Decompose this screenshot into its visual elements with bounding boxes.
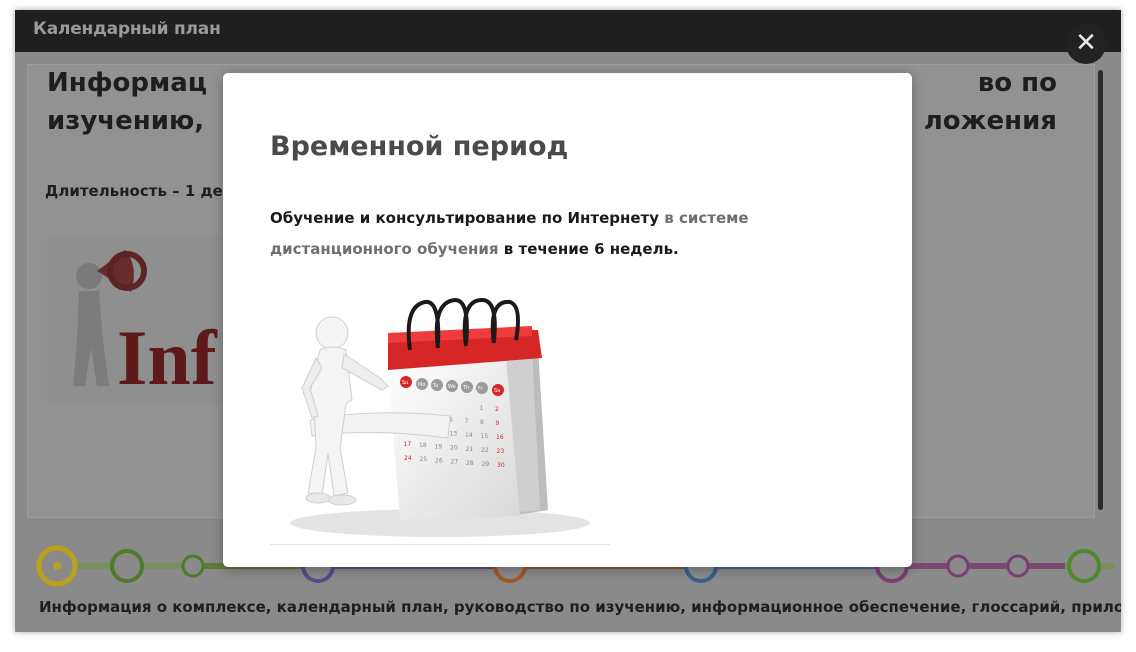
svg-text:Sa: Sa: [494, 388, 500, 394]
timeline-caption: Информация о комплексе, календарный план…: [39, 598, 1121, 616]
svg-text:Th: Th: [462, 385, 469, 391]
calendar-day-number: 21: [466, 446, 474, 453]
timeline-step-9[interactable]: [1006, 554, 1030, 578]
modal-text-part1: Обучение и консультирование по Интернету: [270, 209, 665, 227]
calendar-day-number: 20: [450, 445, 458, 452]
calendar-day-number: 7: [465, 418, 469, 425]
calendar-day-number: 9: [496, 420, 500, 427]
calendar-day-number: 25: [420, 456, 428, 463]
modal-description: Обучение и консультирование по Интернету…: [270, 203, 790, 265]
modal-text-part2: в течение 6 недель.: [498, 240, 679, 258]
info-megaphone-image: Inf: [47, 236, 237, 404]
modal-title: Временной период: [270, 131, 569, 162]
calendar-day-number: 15: [481, 433, 489, 440]
timeline-step-8[interactable]: [946, 554, 970, 578]
background-heading-line1-right: во по: [977, 68, 1057, 98]
close-button[interactable]: ✕: [1066, 24, 1106, 64]
timeline-step-1[interactable]: [36, 545, 78, 587]
title-bar: Календарный план: [15, 10, 1121, 52]
info-image-text: Inf: [117, 314, 218, 401]
timeline-step-10[interactable]: [1067, 549, 1101, 583]
close-icon: ✕: [1075, 28, 1097, 58]
modal-dialog: Временной период Обучение и консультиров…: [223, 73, 912, 567]
calendar-day-number: 24: [404, 455, 412, 462]
calendar-day-number: 30: [497, 462, 505, 469]
svg-text:We: We: [448, 384, 456, 390]
calendar-day-number: 23: [497, 448, 505, 455]
calendar-day-number: 1: [480, 405, 484, 412]
modal-divider: [270, 544, 610, 545]
scrollbar[interactable]: [1098, 70, 1103, 510]
timeline-step-2[interactable]: [110, 549, 144, 583]
calendar-day-number: 19: [435, 443, 443, 450]
svg-text:Su: Su: [402, 380, 408, 386]
calendar-day-number: 2: [495, 406, 499, 413]
background-heading-line2-left: изучению,: [47, 106, 205, 136]
calendar-day-number: 22: [481, 447, 489, 454]
calendar-day-number: 27: [451, 459, 459, 466]
calendar-day-number: 28: [466, 460, 474, 467]
calendar-day-number: 8: [480, 419, 484, 426]
calendar-day-number: 18: [419, 442, 427, 449]
calendar-day-number: 14: [465, 432, 473, 439]
svg-text:Tu: Tu: [432, 383, 438, 389]
background-heading-line1-left: Информац: [47, 68, 208, 98]
duration-text: Длительность – 1 де: [45, 182, 223, 200]
calendar-illustration: Su Mo Tu We Th Fr Sa 1234567891011121314…: [290, 297, 590, 537]
background-heading-line2-right: ложения: [923, 106, 1057, 136]
calendar-day-number: 13: [450, 431, 458, 438]
calendar-day-number: 16: [496, 434, 504, 441]
calendar-day-number: 17: [404, 441, 412, 448]
calendar-day-number: 26: [435, 457, 443, 464]
timeline-step-3[interactable]: [181, 554, 205, 578]
window-title: Календарный план: [33, 19, 221, 39]
svg-text:Mo: Mo: [418, 382, 425, 388]
calendar-day-number: 29: [482, 461, 490, 468]
